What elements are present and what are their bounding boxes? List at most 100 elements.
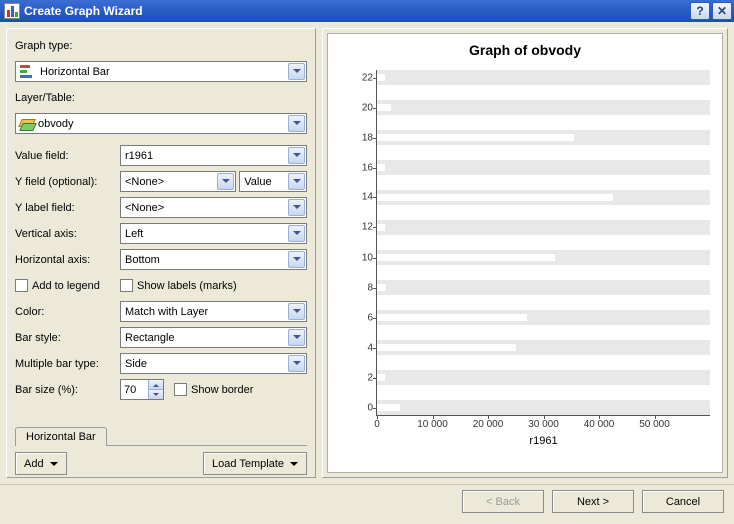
layer-icon [20,117,34,131]
y-label-field-label: Y label field: [15,202,120,214]
y-field-label: Y field (optional): [15,176,120,188]
bar-size-value: 70 [121,380,148,399]
chart-bar [377,74,385,82]
layer-table-label: Layer/Table: [15,92,75,104]
color-value: Match with Layer [125,306,208,318]
chart-bar [377,179,384,187]
add-to-legend-checkbox[interactable] [15,279,28,292]
y-label-field-value: <None> [125,202,164,214]
vertical-axis-label: Vertical axis: [15,228,120,240]
next-button[interactable]: Next > [552,490,634,513]
chart-bar [377,194,613,202]
color-label: Color: [15,306,120,318]
chevron-down-icon[interactable] [288,251,305,268]
chevron-down-icon[interactable] [217,173,234,190]
chevron-down-icon[interactable] [288,63,305,80]
chevron-down-icon[interactable] [288,115,305,132]
load-template-button[interactable]: Load Template [203,452,307,475]
value-field-label: Value field: [15,150,120,162]
layer-table-combo[interactable]: obvody [15,113,307,134]
show-border-label: Show border [191,384,253,396]
chart-bar [377,344,516,352]
horizontal-axis-value: Bottom [125,254,160,266]
horizontal-axis-label: Horizontal axis: [15,254,120,266]
chart-bar [377,299,704,307]
chart-bar [377,284,386,292]
spin-up-icon[interactable] [148,380,163,390]
multiple-bar-label: Multiple bar type: [15,358,120,370]
chart-bar [377,404,400,412]
bar-style-value: Rectangle [125,332,175,344]
chart-bar [377,254,555,262]
chevron-down-icon[interactable] [288,199,305,216]
chart-bar [377,119,385,127]
chart-area: Graph of obvody r1961 024681012141618202… [327,33,723,473]
chart-bar [377,329,396,337]
graph-type-value: Horizontal Bar [40,66,110,78]
settings-panel: Graph type: Horizontal Bar Layer/Table: … [6,28,316,478]
title-bar: Create Graph Wizard ? ✕ [0,0,734,22]
bar-size-spinner[interactable]: 70 [120,379,164,400]
horizontal-bar-icon [20,65,36,79]
chart-bar [377,389,393,397]
chart-bar [377,224,385,232]
bar-style-label: Bar style: [15,332,120,344]
chevron-down-icon[interactable] [288,303,305,320]
bar-style-combo[interactable]: Rectangle [120,327,307,348]
bar-size-label: Bar size (%): [15,384,120,396]
multiple-bar-value: Side [125,358,147,370]
cancel-button[interactable]: Cancel [642,490,724,513]
chart-bar [377,134,574,142]
color-combo[interactable]: Match with Layer [120,301,307,322]
chart-bar [377,314,527,322]
chart-bar [377,104,391,112]
chart-title: Graph of obvody [328,34,722,60]
y-field-combo[interactable]: <None> [120,171,236,192]
layer-table-value: obvody [38,118,73,130]
show-labels-checkbox[interactable] [120,279,133,292]
y-field-value: <None> [125,176,164,188]
horizontal-axis-combo[interactable]: Bottom [120,249,307,270]
close-button[interactable]: ✕ [712,2,732,20]
series-tabstrip: Horizontal Bar [15,424,307,446]
y-field-extra-combo[interactable]: Value [239,171,307,192]
chevron-down-icon[interactable] [288,225,305,242]
vertical-axis-value: Left [125,228,143,240]
value-field-combo[interactable]: r1961 [120,145,307,166]
chart-plot: r1961 0246810121416182022010 00020 00030… [376,70,710,416]
window-title: Create Graph Wizard [24,4,143,18]
show-labels-label: Show labels (marks) [137,280,237,292]
chart-bar [377,269,385,277]
back-button: < Back [462,490,544,513]
chevron-down-icon[interactable] [288,147,305,164]
graph-type-combo[interactable]: Horizontal Bar [15,61,307,82]
chevron-down-icon[interactable] [288,355,305,372]
chart-bar [377,209,396,217]
y-label-field-combo[interactable]: <None> [120,197,307,218]
help-button[interactable]: ? [690,2,710,20]
chevron-down-icon [290,462,298,470]
chevron-down-icon[interactable] [288,173,305,190]
chart-bar [377,89,396,97]
chart-bar [377,374,385,382]
chart-bar [377,239,395,247]
value-field-value: r1961 [125,150,153,162]
tab-horizontal-bar[interactable]: Horizontal Bar [15,427,107,446]
app-icon [4,3,20,19]
chart-bar [377,149,427,157]
y-field-extra-value: Value [244,176,271,188]
add-button[interactable]: Add [15,452,67,475]
chart-bar [377,164,385,172]
show-border-checkbox[interactable] [174,383,187,396]
multiple-bar-combo[interactable]: Side [120,353,307,374]
chevron-down-icon [50,462,58,470]
wizard-footer: < Back Next > Cancel [0,484,734,518]
vertical-axis-combo[interactable]: Left [120,223,307,244]
chart-bar [377,359,490,367]
spin-down-icon[interactable] [148,390,163,399]
chevron-down-icon[interactable] [288,329,305,346]
graph-type-label: Graph type: [15,40,72,52]
chart-panel: Graph of obvody r1961 024681012141618202… [322,28,728,478]
chart-xlabel: r1961 [529,435,557,447]
add-to-legend-label: Add to legend [32,280,100,292]
